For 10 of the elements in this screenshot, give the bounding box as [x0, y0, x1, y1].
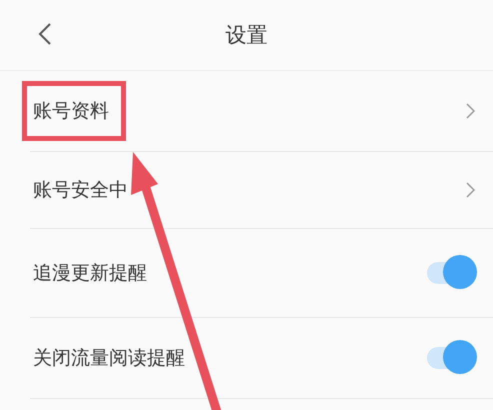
setting-label[interactable]: 账号安全中: [22, 160, 128, 220]
chevron-icon: [466, 182, 475, 198]
setting-label[interactable]: 账号资料: [22, 81, 126, 141]
chevron-icon: [466, 103, 475, 119]
toggle-switch[interactable]: [425, 340, 477, 376]
back-icon[interactable]: [38, 22, 52, 46]
setting-label[interactable]: 关闭流量阅读提醒: [22, 328, 185, 388]
toggle-switch[interactable]: [425, 255, 477, 291]
screen-title: 设置: [226, 22, 268, 49]
setting-label[interactable]: 追漫更新提醒: [22, 243, 147, 303]
